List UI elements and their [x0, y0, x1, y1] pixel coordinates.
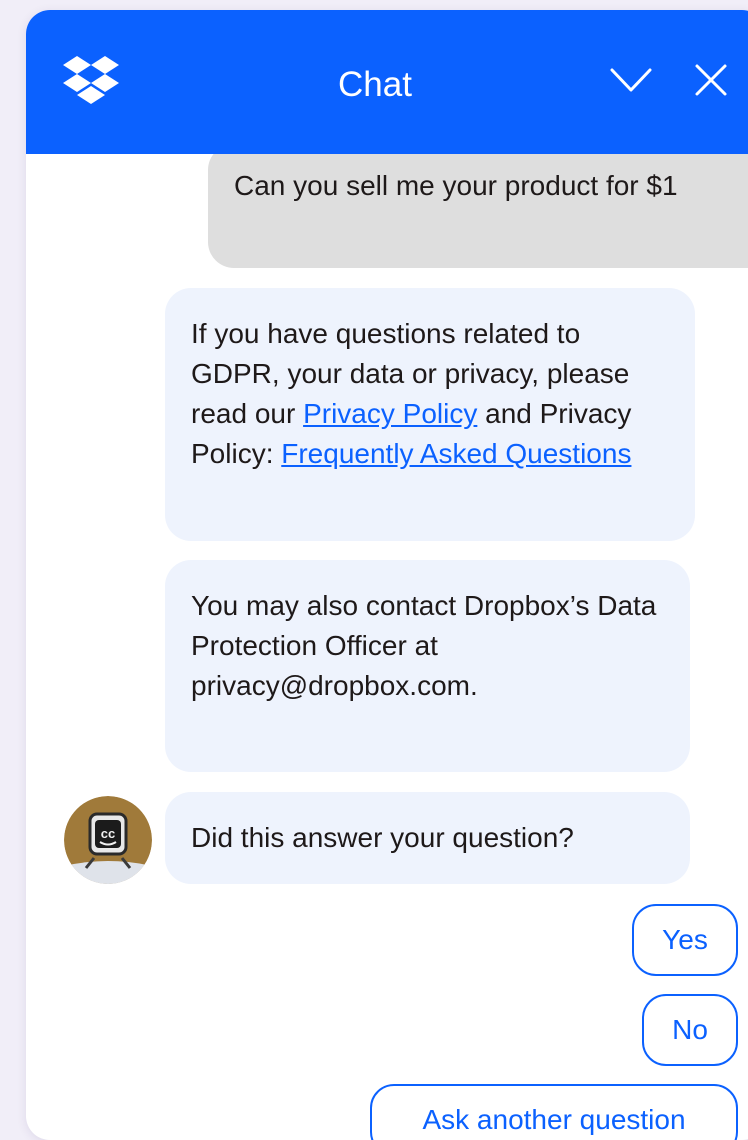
close-button[interactable] — [686, 58, 736, 102]
chat-header: Chat — [26, 10, 748, 154]
chat-window: Chat Can you sell me your product for $1… — [26, 10, 748, 1140]
bot-message-contact: You may also contact Dropbox’s Data Prot… — [165, 560, 690, 772]
message-list[interactable]: Can you sell me your product for $1 If y… — [26, 154, 748, 1140]
faq-link[interactable]: Frequently Asked Questions — [281, 438, 631, 469]
chevron-down-icon — [610, 68, 652, 92]
bot-avatar: cc — [64, 796, 152, 884]
close-icon — [695, 64, 727, 96]
bot-avatar-icon: cc — [64, 796, 152, 884]
no-button[interactable]: No — [642, 994, 738, 1066]
user-message: Can you sell me your product for $1 — [208, 154, 748, 268]
minimize-button[interactable] — [606, 58, 656, 102]
bot-message-privacy: If you have questions related to GDPR, y… — [165, 288, 695, 541]
bot-message-question: Did this answer your question? — [165, 792, 690, 884]
privacy-policy-link[interactable]: Privacy Policy — [303, 398, 477, 429]
ask-another-question-button[interactable]: Ask another question — [370, 1084, 738, 1140]
svg-text:cc: cc — [101, 826, 115, 841]
yes-button[interactable]: Yes — [632, 904, 738, 976]
